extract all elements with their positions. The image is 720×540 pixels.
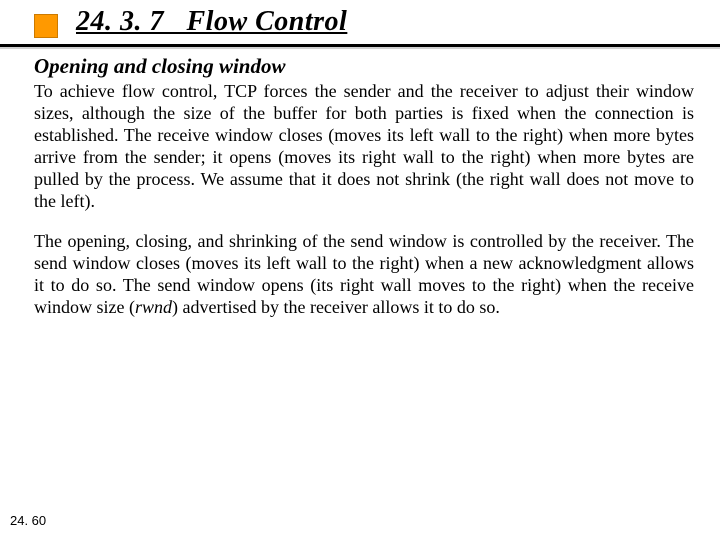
heading-rule-light	[0, 47, 720, 49]
section-heading: 24. 3. 7 Flow Control	[76, 6, 347, 38]
slide-content: Opening and closing window To achieve fl…	[34, 54, 694, 337]
section-title: Flow Control	[187, 6, 348, 37]
section-number: 24. 3. 7	[76, 6, 164, 37]
paragraph-2-part-b: ) advertised by the receiver allows it t…	[172, 297, 500, 317]
subheading: Opening and closing window	[34, 54, 694, 79]
paragraph-2: The opening, closing, and shrinking of t…	[34, 231, 694, 319]
rwnd-term: rwnd	[135, 297, 172, 317]
slide: 24. 3. 7 Flow Control Opening and closin…	[0, 0, 720, 540]
page-number: 24. 60	[10, 513, 46, 528]
paragraph-1: To achieve flow control, TCP forces the …	[34, 81, 694, 213]
slide-header: 24. 3. 7 Flow Control	[0, 0, 720, 50]
bullet-icon	[34, 14, 58, 38]
